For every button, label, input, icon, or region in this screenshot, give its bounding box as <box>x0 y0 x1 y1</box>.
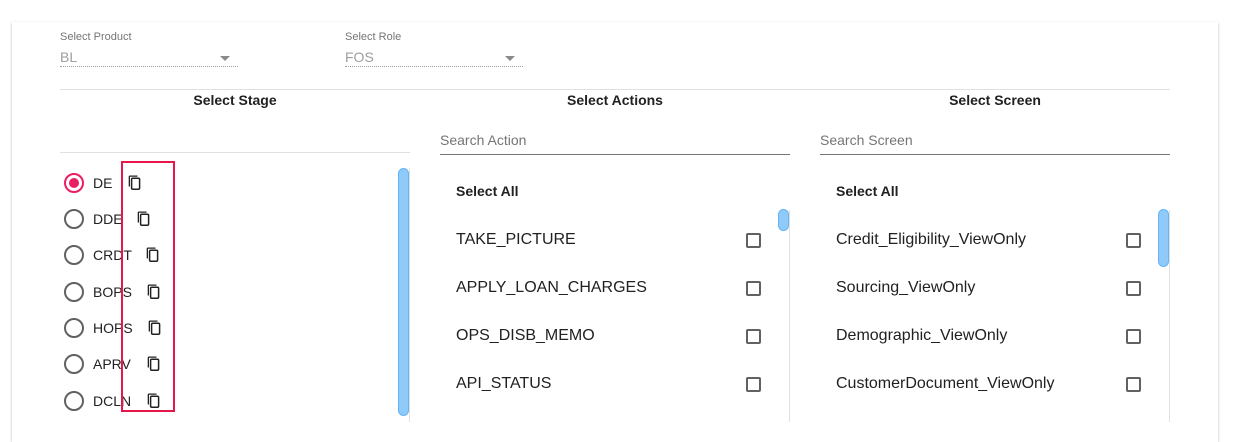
screens-item-label: CustomerDocument_ViewOnly <box>836 375 1055 392</box>
actions-item-checkbox[interactable] <box>746 281 761 296</box>
stage-label: DDE <box>93 211 123 227</box>
stage-radio[interactable] <box>64 282 84 302</box>
stage-option-bops[interactable]: BOPS <box>64 281 132 303</box>
stage-radio[interactable] <box>64 173 84 193</box>
screens-item-checkbox[interactable] <box>1126 233 1141 248</box>
select-product-value[interactable]: BL <box>60 49 238 67</box>
search-screen-placeholder: Search Screen <box>820 132 913 148</box>
select-role-text: FOS <box>345 49 374 65</box>
actions-select-all[interactable]: Select All <box>456 183 519 199</box>
actions-scroll-track <box>789 210 790 422</box>
stage-radio[interactable] <box>64 245 84 265</box>
screens-item-checkbox[interactable] <box>1126 329 1141 344</box>
screens-item-label: Sourcing_ViewOnly <box>836 279 976 296</box>
actions-item-label: TAKE_PICTURE <box>456 231 576 248</box>
stage-label: DE <box>93 175 113 191</box>
actions-column-title: Select Actions <box>567 92 663 108</box>
actions-scrollbar[interactable] <box>778 209 789 231</box>
stage-option-hops[interactable]: HOPS <box>64 317 133 339</box>
screens-item-label: Credit_Eligibility_ViewOnly <box>836 231 1027 248</box>
actions-item-checkbox[interactable] <box>746 233 761 248</box>
select-role-label: Select Role <box>345 31 402 43</box>
copy-icons-highlight <box>121 161 175 412</box>
select-product[interactable]: Select Product BL <box>60 31 238 67</box>
actions-item-label: API_STATUS <box>456 375 552 392</box>
stage-option-de[interactable]: DE <box>64 172 112 194</box>
stage-divider <box>60 152 410 153</box>
search-action-placeholder: Search Action <box>440 132 527 148</box>
actions-item-checkbox[interactable] <box>746 377 761 392</box>
divider <box>60 89 1170 90</box>
stage-radio[interactable] <box>64 391 84 411</box>
caret-down-icon <box>505 56 515 61</box>
stage-option-dcln[interactable]: DCLN <box>64 390 131 412</box>
actions-item-label: APPLY_LOAN_CHARGES <box>456 279 647 296</box>
stage-option-dde[interactable]: DDE <box>64 208 123 230</box>
stage-scrollbar[interactable] <box>398 168 409 416</box>
stage-scroll-track <box>409 168 410 422</box>
screens-select-all[interactable]: Select All <box>836 183 899 199</box>
select-product-text: BL <box>60 49 78 65</box>
actions-item-label: OPS_DISB_MEMO <box>456 327 595 344</box>
screens-scroll-track <box>1169 210 1170 422</box>
actions-item-checkbox[interactable] <box>746 329 761 344</box>
screens-item-checkbox[interactable] <box>1126 281 1141 296</box>
select-role-value[interactable]: FOS <box>345 49 523 67</box>
stage-radio[interactable] <box>64 318 84 338</box>
stage-option-aprv[interactable]: APRV <box>64 353 131 375</box>
search-action-input[interactable]: Search Action <box>440 132 790 155</box>
stage-radio[interactable] <box>64 209 84 229</box>
stage-radio[interactable] <box>64 354 84 374</box>
stage-option-crdt[interactable]: CRDT <box>64 244 132 266</box>
select-product-label: Select Product <box>60 31 132 43</box>
screens-item-checkbox[interactable] <box>1126 377 1141 392</box>
select-role[interactable]: Select Role FOS <box>345 31 523 67</box>
screens-scrollbar[interactable] <box>1158 209 1169 267</box>
stage-column-title: Select Stage <box>193 92 277 108</box>
screens-item-label: Demographic_ViewOnly <box>836 327 1008 344</box>
screen-column-title: Select Screen <box>949 92 1041 108</box>
caret-down-icon <box>220 56 230 61</box>
search-screen-input[interactable]: Search Screen <box>820 132 1170 155</box>
